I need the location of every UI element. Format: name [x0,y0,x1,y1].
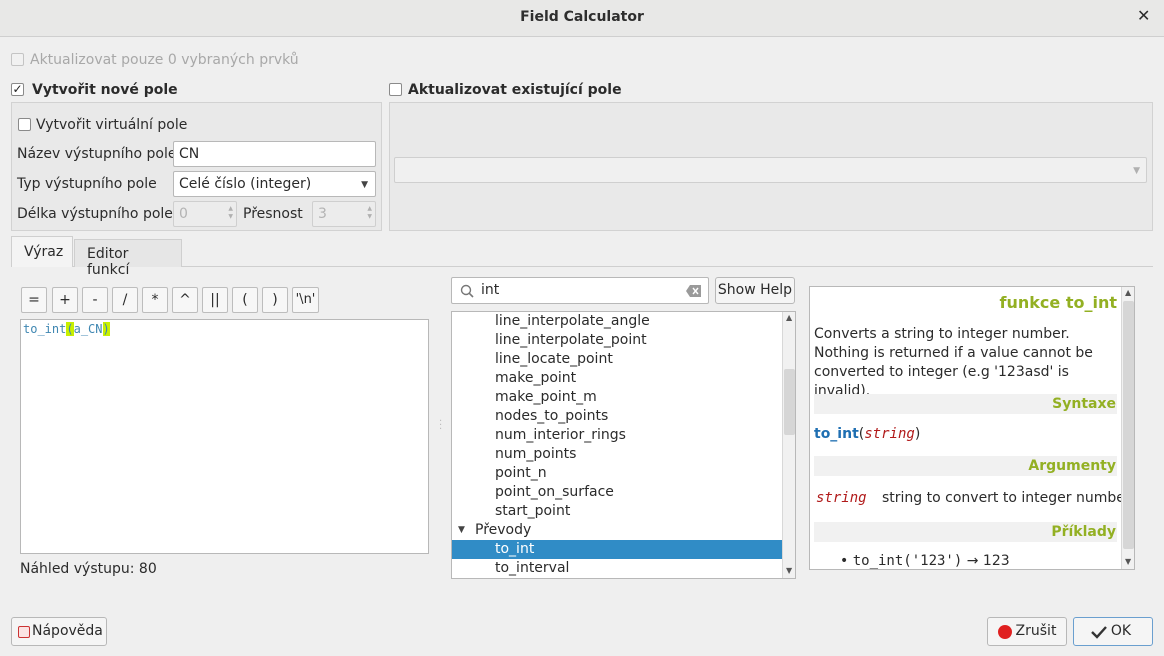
operator-power-button[interactable]: ^ [172,287,198,313]
show-help-button[interactable]: Show Help [715,277,795,304]
output-length-label: Délka výstupního pole [17,206,173,222]
arguments-header: Argumenty [814,456,1117,476]
expression-function: to_int [23,322,67,336]
expression-argument: a_CN [73,322,103,336]
scroll-down-icon[interactable]: ▼ [786,566,792,575]
scroll-up-icon[interactable]: ▲ [1125,288,1131,297]
list-item[interactable]: nodes_to_points [452,407,782,426]
search-input[interactable]: int [481,282,499,298]
clear-icon[interactable] [686,285,702,297]
output-type-value: Celé číslo (integer) [179,176,312,192]
virtual-field-label: Vytvořit virtuální pole [36,117,188,133]
ok-button-label: OK [1110,623,1132,639]
cancel-button-label: Zrušit [1015,623,1057,639]
operator-minus-button[interactable]: - [82,287,108,313]
spin-arrows-icon: ▲ ▼ [228,205,233,220]
update-selected-checkbox[interactable] [11,53,24,66]
operator-multiply-button[interactable]: * [142,287,168,313]
cancel-button[interactable]: Zrušit [987,617,1067,646]
output-type-select[interactable]: Celé číslo (integer) ▼ [173,171,376,197]
function-search-field[interactable]: int [451,277,709,304]
operator-newline-button[interactable]: '\n' [292,287,319,313]
list-group-conversions[interactable]: Převody [452,521,782,540]
output-name-input[interactable]: CN [173,141,376,167]
help-icon [18,626,30,638]
checkmark-icon [1091,626,1107,639]
cancel-icon [998,625,1012,639]
function-list-scrollbar[interactable]: ▲ ▼ [782,312,795,578]
output-name-label: Název výstupního pole [17,146,177,162]
create-new-field-label: Vytvořit nové pole [32,82,178,98]
output-type-label: Typ výstupního pole [17,176,157,192]
help-scrollbar[interactable]: ▲ ▼ [1121,287,1134,569]
syntax-header: Syntaxe [814,394,1117,414]
update-existing-field-checkbox[interactable] [389,83,402,96]
list-item[interactable]: start_point [452,502,782,521]
operator-plus-button[interactable]: + [52,287,78,313]
operator-concat-button[interactable]: || [202,287,228,313]
function-list[interactable]: line_interpolate_angle line_interpolate_… [451,311,796,579]
list-item[interactable]: point_on_surface [452,483,782,502]
splitter-handle[interactable]: · · · [439,417,442,435]
operator-equals-button[interactable]: = [21,287,47,313]
argument-name: string [816,490,867,506]
list-item[interactable]: line_interpolate_angle [452,312,782,331]
scroll-down-icon[interactable]: ▼ [1125,557,1131,566]
output-length-spinbox[interactable]: 0 ▲ ▼ [173,201,237,227]
examples-header: Příklady [814,522,1117,542]
spin-arrows-icon: ▲ ▼ [367,205,372,220]
operator-divide-button[interactable]: / [112,287,138,313]
list-item[interactable]: to_interval [452,559,782,578]
syntax-line: to_int(string) [814,426,920,442]
list-item-selected[interactable]: to_int [452,540,782,559]
create-new-field-checkbox[interactable]: ✓ [11,83,24,96]
chevron-down-icon: ▼ [361,180,368,190]
precision-value: 3 [318,206,327,222]
list-item[interactable]: point_n [452,464,782,483]
list-item[interactable]: make_point_m [452,388,782,407]
example-result: → 123 [966,553,1010,569]
operator-close-paren-button[interactable]: ) [262,287,288,313]
tab-divider [11,266,1153,267]
list-item[interactable]: num_interior_rings [452,426,782,445]
close-icon[interactable]: ✕ [1137,6,1150,25]
existing-field-select[interactable]: ▼ [394,157,1147,183]
operator-open-paren-button[interactable]: ( [232,287,258,313]
argument-description: string to convert to integer number [882,490,1131,506]
chevron-down-icon: ▼ [1133,166,1140,176]
search-icon [460,284,474,298]
scrollbar-thumb[interactable] [784,369,795,435]
expression-open-paren: ( [66,322,74,336]
tab-function-editor[interactable]: Editor funkcí [74,239,182,278]
window-title: Field Calculator [520,9,644,25]
syntax-argument: string [864,426,915,442]
help-button[interactable]: Nápověda [11,617,107,646]
scrollbar-thumb[interactable] [1123,301,1134,549]
update-selected-label: Aktualizovat pouze 0 vybraných prvků [30,52,299,68]
expression-close-paren: ) [102,322,110,336]
list-item[interactable]: num_points [452,445,782,464]
help-button-label: Nápověda [32,623,103,639]
precision-spinbox[interactable]: 3 ▲ ▼ [312,201,376,227]
output-length-value: 0 [179,206,188,222]
list-item[interactable]: line_locate_point [452,350,782,369]
update-existing-field-label: Aktualizovat existující pole [408,82,622,98]
scroll-up-icon[interactable]: ▲ [786,313,792,322]
tab-expression[interactable]: Výraz [11,236,73,267]
help-panel: funkce to_int Converts a string to integ… [809,286,1135,570]
syntax-close-paren: ) [914,426,921,442]
expression-editor[interactable]: to_int(a_CN) [20,319,429,554]
ok-button[interactable]: OK [1073,617,1153,646]
precision-label: Přesnost [243,206,303,222]
list-item[interactable]: line_interpolate_point [452,331,782,350]
help-heading: funkce to_int [999,293,1117,312]
output-preview: Náhled výstupu: 80 [20,561,157,577]
example-item: • to_int('123') → 123 [840,553,1010,569]
example-code: to_int('123') [852,553,963,569]
help-description: Converts a string to integer number. Not… [814,326,1093,399]
list-item[interactable]: make_point [452,369,782,388]
syntax-function: to_int [814,426,859,442]
virtual-field-checkbox[interactable] [18,118,31,131]
